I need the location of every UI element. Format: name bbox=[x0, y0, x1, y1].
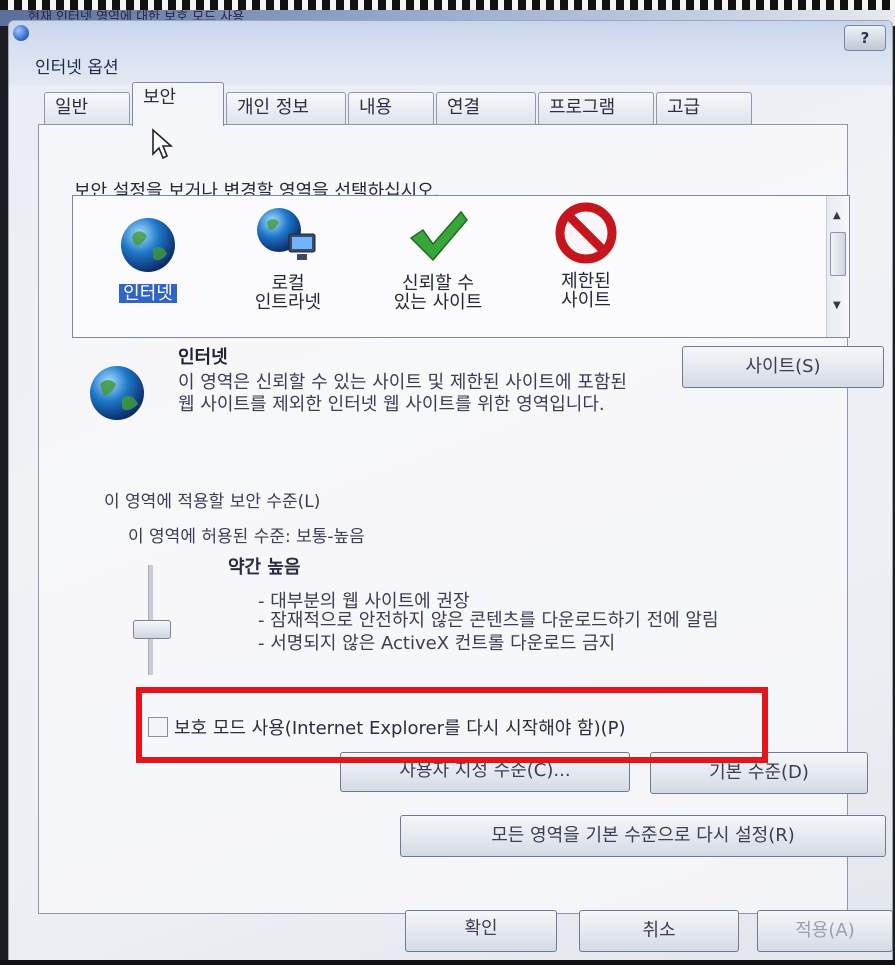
cancel-button[interactable]: 취소 bbox=[579, 910, 739, 952]
zone-internet-label: 인터넷 bbox=[119, 284, 177, 303]
level-point-1: - 대부분의 웹 사이트에 권장 bbox=[258, 591, 470, 612]
scroll-up-icon[interactable]: ▲ bbox=[833, 210, 841, 221]
scroll-down-icon[interactable]: ▼ bbox=[833, 300, 841, 311]
apply-button[interactable]: 적용(A) bbox=[757, 910, 893, 952]
top-edge bbox=[0, 0, 895, 10]
ie-icon bbox=[13, 25, 29, 41]
zone-trusted-label-1: 신뢰할 수 bbox=[402, 273, 474, 294]
level-point-2: - 잠재적으로 안전하지 않은 콘텐츠를 다운로드하기 전에 알림 bbox=[258, 610, 719, 631]
tab-general[interactable]: 일반 bbox=[44, 92, 130, 124]
zone-trusted-label-2: 있는 사이트 bbox=[393, 292, 483, 313]
mouse-cursor-icon bbox=[152, 128, 174, 160]
tab-programs[interactable]: 프로그램 bbox=[538, 92, 654, 124]
reset-all-zones-button[interactable]: 모든 영역을 기본 수준으로 다시 설정(R) bbox=[400, 815, 886, 857]
prohibited-icon bbox=[555, 202, 617, 264]
security-level-label: 이 영역에 적용할 보안 수준(L) bbox=[104, 492, 321, 512]
selected-zone-description: 이 영역은 신뢰할 수 있는 사이트 및 제한된 사이트에 포함된 웹 사이트를… bbox=[178, 372, 627, 415]
selected-zone-name: 인터넷 bbox=[178, 347, 228, 368]
local-intranet-icon bbox=[257, 208, 316, 260]
scroll-thumb[interactable] bbox=[830, 232, 846, 276]
zone-local-intranet-label-1: 로컬 bbox=[271, 273, 305, 294]
sites-button[interactable]: 사이트(S) bbox=[682, 346, 884, 388]
zone-local-intranet[interactable]: 로컬 인트라넷 bbox=[223, 204, 353, 312]
zone-restricted-label-1: 제한된 bbox=[561, 271, 611, 292]
level-point-3: - 서명되지 않은 ActiveX 컨트롤 다운로드 금지 bbox=[258, 633, 616, 654]
ok-button[interactable]: 확인 bbox=[405, 910, 557, 952]
tab-connections[interactable]: 연결 bbox=[436, 92, 536, 124]
zone-list: 인터넷 로컬 인트라넷 신뢰할 수 있는 사이트 제한된 사이트 ▲ ▼ bbox=[72, 195, 850, 338]
zone-restricted-label-2: 사이트 bbox=[561, 290, 611, 311]
checkmark-icon bbox=[409, 210, 468, 262]
selected-zone-globe-icon bbox=[90, 366, 144, 420]
bottom-edge bbox=[0, 960, 895, 965]
zone-internet[interactable]: 인터넷 bbox=[83, 214, 213, 303]
dialog-title: 인터넷 옵션 bbox=[35, 58, 119, 78]
red-highlight-box bbox=[136, 687, 768, 763]
tab-privacy[interactable]: 개인 정보 bbox=[226, 92, 346, 124]
security-level-name: 약간 높음 bbox=[228, 557, 301, 578]
tab-security[interactable]: 보안 bbox=[132, 82, 224, 126]
security-level-description: - 대부분의 웹 사이트에 권장 - 잠재적으로 안전하지 않은 콘텐츠를 다운… bbox=[258, 592, 878, 653]
zone-trusted-sites[interactable]: 신뢰할 수 있는 사이트 bbox=[373, 204, 503, 312]
zone-local-intranet-label-2: 인트라넷 bbox=[254, 292, 322, 313]
security-level-slider-thumb[interactable] bbox=[133, 619, 171, 639]
zone-list-scrollbar[interactable]: ▲ ▼ bbox=[826, 196, 849, 337]
tab-advanced[interactable]: 고급 bbox=[656, 92, 752, 124]
allowed-level-text: 이 영역에 허용된 수준: 보통-높음 bbox=[128, 527, 365, 547]
title-bar: 인터넷 옵션 ? bbox=[9, 21, 892, 85]
globe-icon bbox=[121, 218, 175, 272]
tab-content[interactable]: 내용 bbox=[348, 92, 434, 124]
zone-restricted-sites[interactable]: 제한된 사이트 bbox=[521, 202, 651, 310]
help-button[interactable]: ? bbox=[844, 25, 886, 51]
